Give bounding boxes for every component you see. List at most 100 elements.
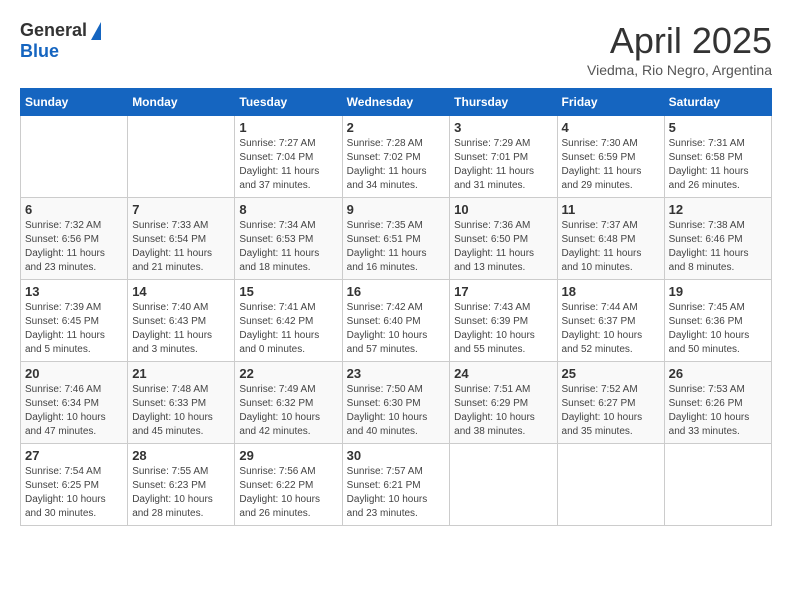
logo: General Blue [20,20,101,62]
logo-general-text: General [20,20,87,41]
day-info: Sunrise: 7:54 AM Sunset: 6:25 PM Dayligh… [25,465,123,521]
day-info: Sunrise: 7:33 AM Sunset: 6:54 PM Dayligh… [132,219,230,275]
day-info: Sunrise: 7:55 AM Sunset: 6:23 PM Dayligh… [132,465,230,521]
calendar-cell: 24 Sunrise: 7:51 AM Sunset: 6:29 PM Dayli… [450,362,557,444]
day-info: Sunrise: 7:29 AM Sunset: 7:01 PM Dayligh… [454,137,552,193]
calendar-cell: 26 Sunrise: 7:53 AM Sunset: 6:26 PM Dayli… [664,362,771,444]
calendar-cell: 23 Sunrise: 7:50 AM Sunset: 6:30 PM Dayli… [342,362,450,444]
day-number: 25 [562,366,660,381]
day-number: 20 [25,366,123,381]
day-number: 2 [347,120,446,135]
day-info: Sunrise: 7:27 AM Sunset: 7:04 PM Dayligh… [239,137,337,193]
calendar-table: SundayMondayTuesdayWednesdayThursdayFrid… [20,88,772,526]
day-number: 1 [239,120,337,135]
calendar-day-header: Wednesday [342,89,450,116]
calendar-cell: 8 Sunrise: 7:34 AM Sunset: 6:53 PM Daylig… [235,198,342,280]
day-number: 9 [347,202,446,217]
calendar-cell [450,444,557,526]
day-number: 4 [562,120,660,135]
calendar-cell: 11Sunrise: 7:37 AM Sunset: 6:48 PM Dayli… [557,198,664,280]
day-number: 27 [25,448,123,463]
month-year-title: April 2025 [587,20,772,62]
day-info: Sunrise: 7:35 AM Sunset: 6:51 PM Dayligh… [347,219,446,275]
day-info: Sunrise: 7:53 AM Sunset: 6:26 PM Dayligh… [669,383,767,439]
day-info: Sunrise: 7:50 AM Sunset: 6:30 PM Dayligh… [347,383,446,439]
day-number: 24 [454,366,552,381]
day-number: 10 [454,202,552,217]
calendar-cell: 27 Sunrise: 7:54 AM Sunset: 6:25 PM Dayli… [21,444,128,526]
calendar-week-row: 13 Sunrise: 7:39 AM Sunset: 6:45 PM Dayli… [21,280,772,362]
calendar-cell: 25 Sunrise: 7:52 AM Sunset: 6:27 PM Dayli… [557,362,664,444]
day-number: 18 [562,284,660,299]
calendar-header-row: SundayMondayTuesdayWednesdayThursdayFrid… [21,89,772,116]
header: General Blue April 2025 Viedma, Rio Negr… [20,20,772,78]
location-text: Viedma, Rio Negro, Argentina [587,62,772,78]
day-info: Sunrise: 7:46 AM Sunset: 6:34 PM Dayligh… [25,383,123,439]
calendar-cell: 14Sunrise: 7:40 AM Sunset: 6:43 PM Dayli… [128,280,235,362]
calendar-cell: 15 Sunrise: 7:41 AM Sunset: 6:42 PM Dayli… [235,280,342,362]
day-info: Sunrise: 7:34 AM Sunset: 6:53 PM Dayligh… [239,219,337,275]
calendar-cell: 20 Sunrise: 7:46 AM Sunset: 6:34 PM Dayli… [21,362,128,444]
day-number: 8 [239,202,337,217]
day-info: Sunrise: 7:40 AM Sunset: 6:43 PM Dayligh… [132,301,230,357]
day-info: Sunrise: 7:38 AM Sunset: 6:46 PM Dayligh… [669,219,767,275]
day-number: 6 [25,202,123,217]
calendar-week-row: 27 Sunrise: 7:54 AM Sunset: 6:25 PM Dayli… [21,444,772,526]
day-number: 26 [669,366,767,381]
calendar-cell: 5 Sunrise: 7:31 AM Sunset: 6:58 PM Daylig… [664,116,771,198]
calendar-cell: 21 Sunrise: 7:48 AM Sunset: 6:33 PM Dayli… [128,362,235,444]
logo-triangle-icon [91,22,101,40]
day-info: Sunrise: 7:51 AM Sunset: 6:29 PM Dayligh… [454,383,552,439]
day-info: Sunrise: 7:52 AM Sunset: 6:27 PM Dayligh… [562,383,660,439]
day-number: 13 [25,284,123,299]
day-number: 21 [132,366,230,381]
calendar-cell: 10 Sunrise: 7:36 AM Sunset: 6:50 PM Dayli… [450,198,557,280]
day-number: 3 [454,120,552,135]
calendar-cell: 4Sunrise: 7:30 AM Sunset: 6:59 PM Daylig… [557,116,664,198]
calendar-day-header: Monday [128,89,235,116]
day-info: Sunrise: 7:56 AM Sunset: 6:22 PM Dayligh… [239,465,337,521]
title-section: April 2025 Viedma, Rio Negro, Argentina [587,20,772,78]
day-info: Sunrise: 7:44 AM Sunset: 6:37 PM Dayligh… [562,301,660,357]
day-info: Sunrise: 7:48 AM Sunset: 6:33 PM Dayligh… [132,383,230,439]
day-number: 5 [669,120,767,135]
calendar-cell [21,116,128,198]
calendar-cell: 3 Sunrise: 7:29 AM Sunset: 7:01 PM Daylig… [450,116,557,198]
calendar-day-header: Saturday [664,89,771,116]
day-number: 28 [132,448,230,463]
day-info: Sunrise: 7:36 AM Sunset: 6:50 PM Dayligh… [454,219,552,275]
logo-blue-text: Blue [20,41,59,62]
calendar-cell [128,116,235,198]
calendar-day-header: Sunday [21,89,128,116]
calendar-cell: 9 Sunrise: 7:35 AM Sunset: 6:51 PM Daylig… [342,198,450,280]
day-info: Sunrise: 7:42 AM Sunset: 6:40 PM Dayligh… [347,301,446,357]
calendar-cell: 29 Sunrise: 7:56 AM Sunset: 6:22 PM Dayli… [235,444,342,526]
calendar-week-row: 20 Sunrise: 7:46 AM Sunset: 6:34 PM Dayli… [21,362,772,444]
day-number: 29 [239,448,337,463]
day-number: 30 [347,448,446,463]
calendar-cell [557,444,664,526]
day-number: 7 [132,202,230,217]
calendar-cell: 17 Sunrise: 7:43 AM Sunset: 6:39 PM Dayli… [450,280,557,362]
day-number: 23 [347,366,446,381]
day-info: Sunrise: 7:57 AM Sunset: 6:21 PM Dayligh… [347,465,446,521]
day-info: Sunrise: 7:45 AM Sunset: 6:36 PM Dayligh… [669,301,767,357]
day-info: Sunrise: 7:31 AM Sunset: 6:58 PM Dayligh… [669,137,767,193]
calendar-cell: 19Sunrise: 7:45 AM Sunset: 6:36 PM Dayli… [664,280,771,362]
day-info: Sunrise: 7:39 AM Sunset: 6:45 PM Dayligh… [25,301,123,357]
calendar-cell: 6Sunrise: 7:32 AM Sunset: 6:56 PM Daylig… [21,198,128,280]
day-info: Sunrise: 7:49 AM Sunset: 6:32 PM Dayligh… [239,383,337,439]
calendar-cell: 2Sunrise: 7:28 AM Sunset: 7:02 PM Daylig… [342,116,450,198]
day-number: 17 [454,284,552,299]
calendar-cell: 28 Sunrise: 7:55 AM Sunset: 6:23 PM Dayli… [128,444,235,526]
day-info: Sunrise: 7:43 AM Sunset: 6:39 PM Dayligh… [454,301,552,357]
day-number: 15 [239,284,337,299]
calendar-cell: 18 Sunrise: 7:44 AM Sunset: 6:37 PM Dayli… [557,280,664,362]
calendar-cell: 7 Sunrise: 7:33 AM Sunset: 6:54 PM Daylig… [128,198,235,280]
day-number: 22 [239,366,337,381]
calendar-cell: 12Sunrise: 7:38 AM Sunset: 6:46 PM Dayli… [664,198,771,280]
calendar-week-row: 6Sunrise: 7:32 AM Sunset: 6:56 PM Daylig… [21,198,772,280]
calendar-cell: 16Sunrise: 7:42 AM Sunset: 6:40 PM Dayli… [342,280,450,362]
calendar-cell: 1 Sunrise: 7:27 AM Sunset: 7:04 PM Daylig… [235,116,342,198]
day-info: Sunrise: 7:41 AM Sunset: 6:42 PM Dayligh… [239,301,337,357]
